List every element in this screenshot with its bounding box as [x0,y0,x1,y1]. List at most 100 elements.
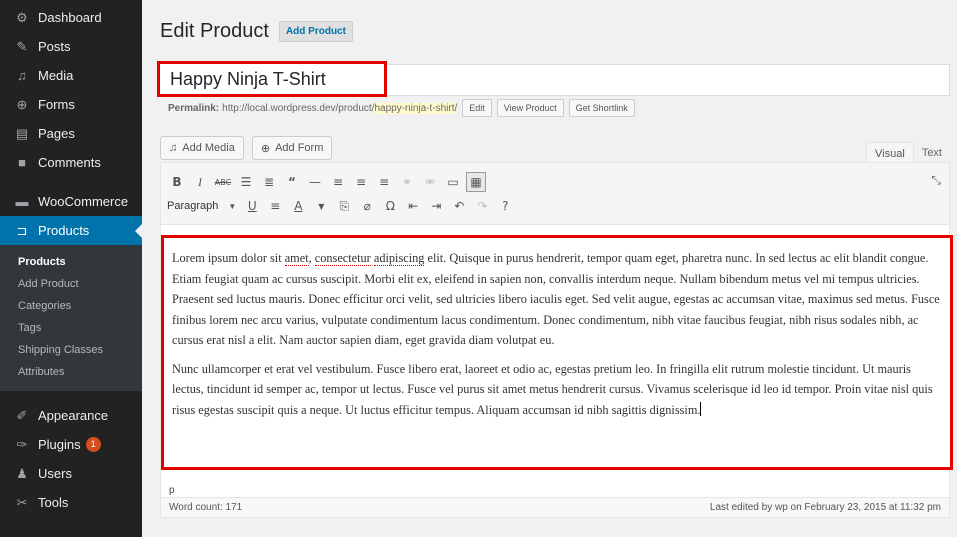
menu-item-users[interactable]: ♟ Users [0,459,142,488]
menu-item-forms[interactable]: ⊕ Forms [0,90,142,119]
menu-label: Posts [38,39,71,54]
outdent-icon[interactable]: ⇤ [403,196,423,216]
comments-icon: ■ [18,155,26,170]
submenu-item-products[interactable]: Products [0,251,142,273]
link-icon[interactable]: ⚭ [397,172,417,192]
woocommerce-icon: ▬ [15,194,29,209]
menu-label: Pages [38,126,75,141]
menu-label: Forms [38,97,75,112]
products-submenu: Products Add Product Categories Tags Shi… [0,245,142,391]
media-buttons: ♫ Add Media ⊕ Add Form [160,136,340,160]
cart-icon: ⊐ [16,222,28,238]
toolbar-toggle-icon[interactable]: ▦ [466,172,486,192]
add-product-button[interactable]: Add Product [278,21,353,42]
strikethrough-icon[interactable]: ABC [213,172,233,192]
tools-icon: ✂ [16,494,28,510]
chevron-down-icon: ▼ [228,201,237,211]
content-area[interactable]: Lorem ipsum dolor sit amet, consectetur … [161,235,953,470]
clear-formatting-icon[interactable]: ⌀ [357,196,377,216]
get-shortlink-button[interactable]: Get Shortlink [568,99,635,117]
submenu-item-attributes[interactable]: Attributes [0,361,142,383]
align-right-icon[interactable]: ≡ [374,172,394,192]
underline-icon[interactable]: U [242,196,262,216]
toolbar-row-2: Paragraph ▼ U ≡ A ▼ ⎘ ⌀ Ω ⇤ ⇥ ↶ ↷ ? [167,195,518,217]
bullet-list-icon[interactable]: ☰ [236,172,256,192]
paste-text-icon[interactable]: ⎘ [334,196,354,216]
menu-item-comments[interactable]: ■ Comments [0,148,142,177]
editor-status-bar: Word count: 171 Last edited by wp on Feb… [161,497,949,517]
dashboard-icon: ⚙ [16,9,28,25]
help-icon[interactable]: ? [495,196,515,216]
menu-item-posts[interactable]: ✎ Posts [0,32,142,61]
add-media-button[interactable]: ♫ Add Media [160,136,244,160]
add-form-button[interactable]: ⊕ Add Form [251,136,333,160]
page-header: Edit Product Add Product [160,20,353,43]
text-run: Lorem ipsum dolor sit [172,251,285,265]
submenu-item-shipping-classes[interactable]: Shipping Classes [0,339,142,361]
numbered-list-icon[interactable]: ≣ [259,172,279,192]
text-color-dropdown-icon[interactable]: ▼ [311,196,331,216]
misspelled-word: amet [284,251,309,266]
menu-label: Dashboard [38,10,102,25]
editor: B I ABC ☰ ≣ “ — ≡ ≡ ≡ ⚭ ⚮ ▭ ▦ Paragraph … [160,162,953,518]
menu-item-plugins[interactable]: ✑ Plugins 1 [0,430,142,459]
blockquote-icon[interactable]: “ [282,172,302,192]
align-center-icon[interactable]: ≡ [351,172,371,192]
read-more-icon[interactable]: ▭ [443,172,463,192]
bold-icon[interactable]: B [167,172,187,192]
media-icon: ♫ [169,142,178,154]
page-title: Edit Product [160,20,269,42]
submenu-item-tags[interactable]: Tags [0,317,142,339]
menu-label: Comments [38,155,101,170]
text-color-icon[interactable]: A [288,196,308,216]
menu-item-dashboard[interactable]: ⚙ Dashboard [0,3,142,32]
menu-label: Users [38,466,72,481]
edit-permalink-button[interactable]: Edit [462,99,492,117]
italic-icon[interactable]: I [190,172,210,192]
product-title-input[interactable] [157,61,387,97]
submenu-item-categories[interactable]: Categories [0,295,142,317]
misspelled-word: adipiscing [373,251,425,266]
content-paragraph-2: Nunc ullamcorper et erat vel vestibulum.… [172,359,942,421]
menu-item-woocommerce[interactable]: ▬ WooCommerce [0,187,142,216]
menu-label: Tools [38,495,69,510]
menu-label: Plugins [38,437,81,452]
permalink-base[interactable]: http://local.wordpress.dev/product/ [222,103,374,114]
unlink-icon[interactable]: ⚮ [420,172,440,192]
form-icon: ⊕ [260,142,271,155]
menu-item-pages[interactable]: ▤ Pages [0,119,142,148]
align-left-icon[interactable]: ≡ [328,172,348,192]
plugin-icon: ✑ [16,436,28,452]
pages-icon: ▤ [15,125,29,141]
users-icon: ♟ [16,465,28,481]
permalink-row: Permalink: http://local.wordpress.dev/pr… [168,99,635,117]
title-field-wrap [157,61,950,97]
menu-item-appearance[interactable]: ✐ Appearance [0,401,142,430]
horizontal-line-icon[interactable]: — [305,172,325,192]
word-count: Word count: 171 [169,502,243,513]
text-cursor [700,401,702,416]
add-form-label: Add Form [275,142,324,154]
format-select[interactable]: Paragraph ▼ [167,200,236,212]
element-path: p [169,485,175,496]
misspelled-word: consectetur [314,251,371,266]
menu-item-tools[interactable]: ✂ Tools [0,488,142,517]
permalink-slug[interactable]: happy-ninja-t-shirt [374,102,455,114]
permalink-trail: / [454,102,458,114]
last-edited: Last edited by wp on February 23, 2015 a… [709,502,941,513]
menu-item-media[interactable]: ♫ Media [0,61,142,90]
undo-icon[interactable]: ↶ [449,196,469,216]
fullscreen-icon[interactable]: ⤡ [931,173,941,188]
format-select-value: Paragraph [167,200,219,212]
justify-icon[interactable]: ≡ [265,196,285,216]
menu-item-products[interactable]: ⊐ Products [0,216,142,245]
update-count-badge: 1 [85,437,101,452]
brush-icon: ✐ [16,407,28,423]
submenu-item-add-product[interactable]: Add Product [0,273,142,295]
redo-icon[interactable]: ↷ [472,196,492,216]
admin-sidebar: ⚙ Dashboard ✎ Posts ♫ Media ⊕ Forms ▤ Pages ■ Comme… [0,0,142,537]
view-product-button[interactable]: View Product [496,99,564,117]
menu-label: WooCommerce [38,194,129,209]
special-character-icon[interactable]: Ω [380,196,400,216]
indent-icon[interactable]: ⇥ [426,196,446,216]
